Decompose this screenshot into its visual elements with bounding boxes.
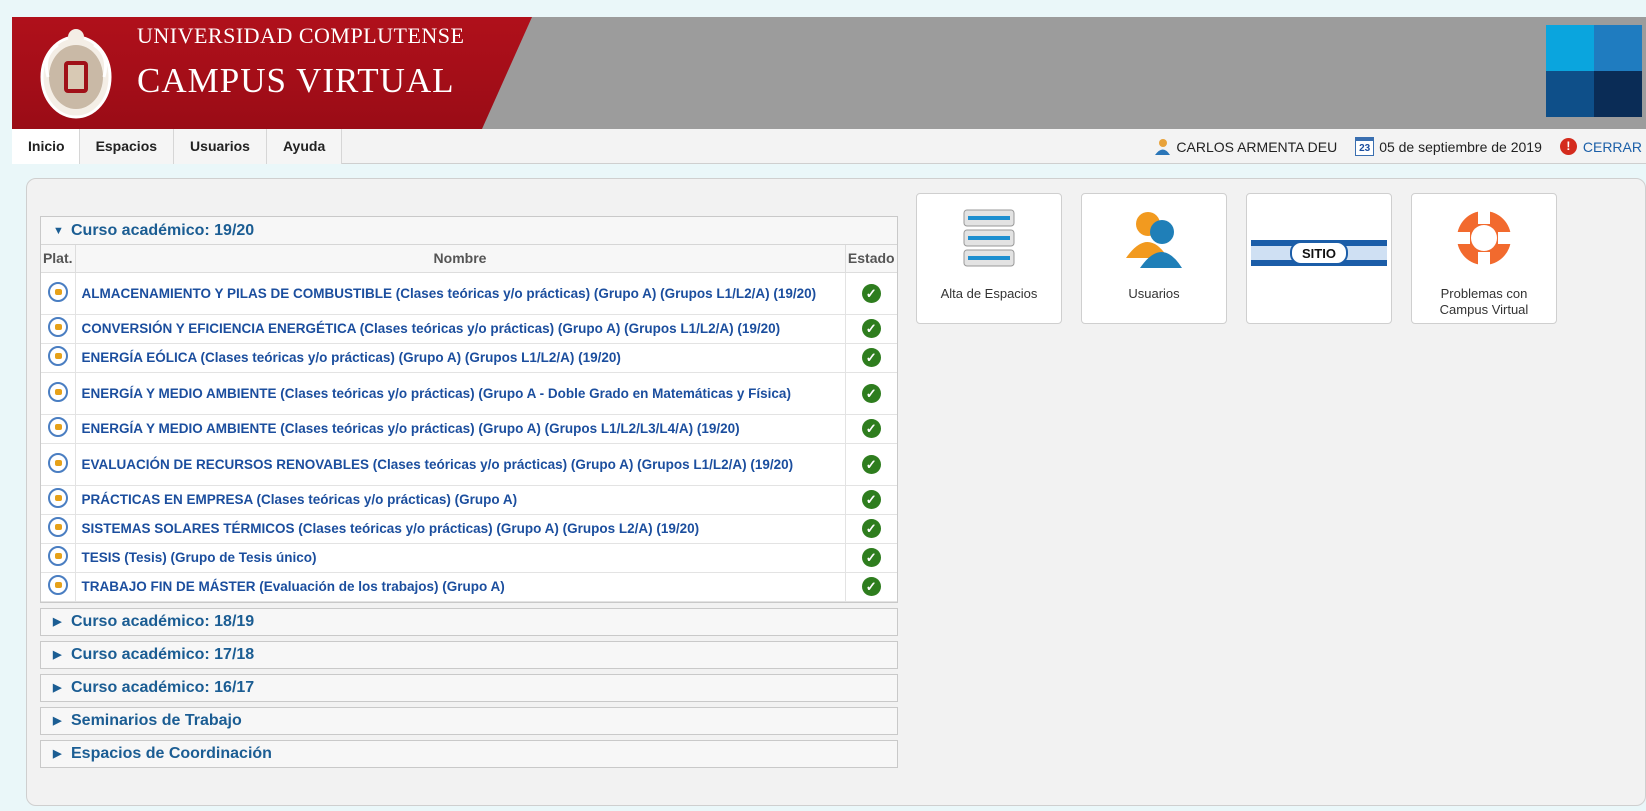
table-row: TESIS (Tesis) (Grupo de Tesis único) ✓ [41,543,897,573]
course-link[interactable]: CONVERSIÓN Y EFICIENCIA ENERGÉTICA (Clas… [75,314,845,344]
status-ok-icon: ✓ [861,577,881,596]
section-curso-16-17[interactable]: ▶ Curso académico: 16/17 [40,673,898,702]
university-name: UNIVERSIDAD COMPLUTENSE [137,23,465,48]
course-link[interactable]: ALMACENAMIENTO Y PILAS DE COMBUSTIBLE (C… [75,272,845,315]
sitio-text: SITIO [1302,246,1336,261]
caret-right-icon: ▶ [53,616,62,628]
course-link[interactable]: SISTEMAS SOLARES TÉRMICOS (Clases teóric… [75,514,845,544]
status-ok-icon: ✓ [861,454,881,474]
calendar-icon: 23 [1355,137,1375,156]
table-row: TRABAJO FIN DE MÁSTER (Evaluación de los… [41,572,897,602]
moodle-icon [47,346,68,366]
sitio-button[interactable]: SITIO [1246,193,1392,324]
table-row: ENERGÍA EÓLICA (Clases teóricas y/o prác… [41,343,897,373]
moodle-icon [47,517,68,537]
status-ok-icon: ✓ [861,548,881,567]
courses-table: Plat. Nombre Estado ALMACENAMIENTO Y PIL… [41,245,897,602]
campus-title: CAMPUS VIRTUAL [137,61,455,100]
course-link[interactable]: TRABAJO FIN DE MÁSTER (Evaluación de los… [75,572,845,602]
moodle-icon [47,317,68,337]
nav-inicio[interactable]: Inicio [12,129,80,164]
caret-right-icon: ▶ [53,649,62,661]
course-link[interactable]: ENERGÍA Y MEDIO AMBIENTE (Clases teórica… [75,372,845,415]
section-header-open[interactable]: ▼ Curso académico: 19/20 [41,217,897,245]
caret-right-icon: ▶ [53,682,62,694]
color-tiles [1546,25,1646,121]
current-date: 05 de septiembre de 2019 [1379,138,1542,155]
site-header: UNIVERSIDAD COMPLUTENSE CAMPUS VIRTUAL [12,17,1646,129]
status-ok-icon: ✓ [861,519,881,538]
box-label: Problemas con Campus Virtual [1439,286,1529,317]
col-estado: Estado [845,245,897,273]
moodle-icon [47,488,68,508]
alert-icon: ! [1559,138,1577,155]
nav-bar: Inicio Espacios Usuarios Ayuda CARLOS AR… [12,129,1646,164]
section-title: Curso académico: 18/19 [71,612,255,630]
status-ok-icon: ✓ [861,383,881,403]
caret-down-icon: ▼ [53,224,64,237]
course-link[interactable]: ENERGÍA Y MEDIO AMBIENTE (Clases teórica… [75,414,845,444]
servers-icon [963,209,1015,267]
spaces-tree: ▼ Curso académico: 19/20 Plat. Nombre Es… [40,216,898,773]
status-ok-icon: ✓ [861,283,881,303]
user-bar: CARLOS ARMENTA DEU 23 05 de septiembre d… [1151,129,1646,164]
nav-usuarios[interactable]: Usuarios [174,129,267,164]
status-ok-icon: ✓ [861,490,881,509]
university-seal-icon [40,29,112,119]
table-row: PRÁCTICAS EN EMPRESA (Clases teóricas y/… [41,485,897,515]
course-link[interactable]: EVALUACIÓN DE RECURSOS RENOVABLES (Clase… [75,443,845,486]
caret-right-icon: ▶ [53,748,62,760]
alta-espacios-button[interactable]: Alta de Espacios [916,193,1062,324]
table-row: SISTEMAS SOLARES TÉRMICOS (Clases teóric… [41,514,897,544]
section-curso-18-19[interactable]: ▶ Curso académico: 18/19 [40,607,898,636]
moodle-icon [47,281,68,302]
section-curso-19-20: ▼ Curso académico: 19/20 Plat. Nombre Es… [40,216,898,603]
status-ok-icon: ✓ [861,348,881,367]
caret-right-icon: ▶ [53,715,62,727]
table-row: CONVERSIÓN Y EFICIENCIA ENERGÉTICA (Clas… [41,314,897,344]
col-nombre: Nombre [75,245,846,273]
user-icon [1155,138,1171,155]
section-title: Curso académico: 17/18 [71,645,255,663]
user-name[interactable]: CARLOS ARMENTA DEU [1176,139,1337,155]
moodle-icon [47,575,68,595]
logout-link[interactable]: CERRAR [1583,139,1642,155]
section-title: Espacios de Coordinación [71,744,272,762]
nav-ayuda[interactable]: Ayuda [266,129,343,164]
status-ok-icon: ✓ [861,319,881,338]
table-row: ENERGÍA Y MEDIO AMBIENTE (Clases teórica… [41,372,897,415]
course-link[interactable]: PRÁCTICAS EN EMPRESA (Clases teóricas y/… [75,485,845,515]
table-row: ENERGÍA Y MEDIO AMBIENTE (Clases teórica… [41,414,897,444]
moodle-icon [47,452,68,473]
table-row: EVALUACIÓN DE RECURSOS RENOVABLES (Clase… [41,443,897,486]
box-label: Usuarios [1128,286,1180,301]
section-title: Seminarios de Trabajo [71,711,242,729]
section-title: Curso académico: 19/20 [71,221,255,239]
moodle-icon [47,546,68,566]
usuarios-button[interactable]: Usuarios [1081,193,1227,324]
sitio-banner-icon: SITIO [1251,240,1387,266]
lifebuoy-icon [1456,210,1512,266]
section-coordinacion[interactable]: ▶ Espacios de Coordinación [40,739,898,768]
users-icon [1126,212,1182,268]
section-curso-17-18[interactable]: ▶ Curso académico: 17/18 [40,640,898,669]
moodle-icon [47,417,68,437]
course-link[interactable]: ENERGÍA EÓLICA (Clases teóricas y/o prác… [75,343,845,373]
moodle-icon [47,381,68,402]
table-row: ALMACENAMIENTO Y PILAS DE COMBUSTIBLE (C… [41,272,897,315]
status-ok-icon: ✓ [861,419,881,438]
section-seminarios[interactable]: ▶ Seminarios de Trabajo [40,706,898,735]
box-label: Alta de Espacios [940,286,1038,301]
shortcut-boxes: Alta de Espacios Usuarios SITIO Problema… [916,193,1576,324]
nav-espacios[interactable]: Espacios [79,129,175,164]
col-plat: Plat. [41,245,76,273]
course-link[interactable]: TESIS (Tesis) (Grupo de Tesis único) [75,543,845,573]
problemas-button[interactable]: Problemas con Campus Virtual [1411,193,1557,324]
section-title: Curso académico: 16/17 [71,678,255,696]
